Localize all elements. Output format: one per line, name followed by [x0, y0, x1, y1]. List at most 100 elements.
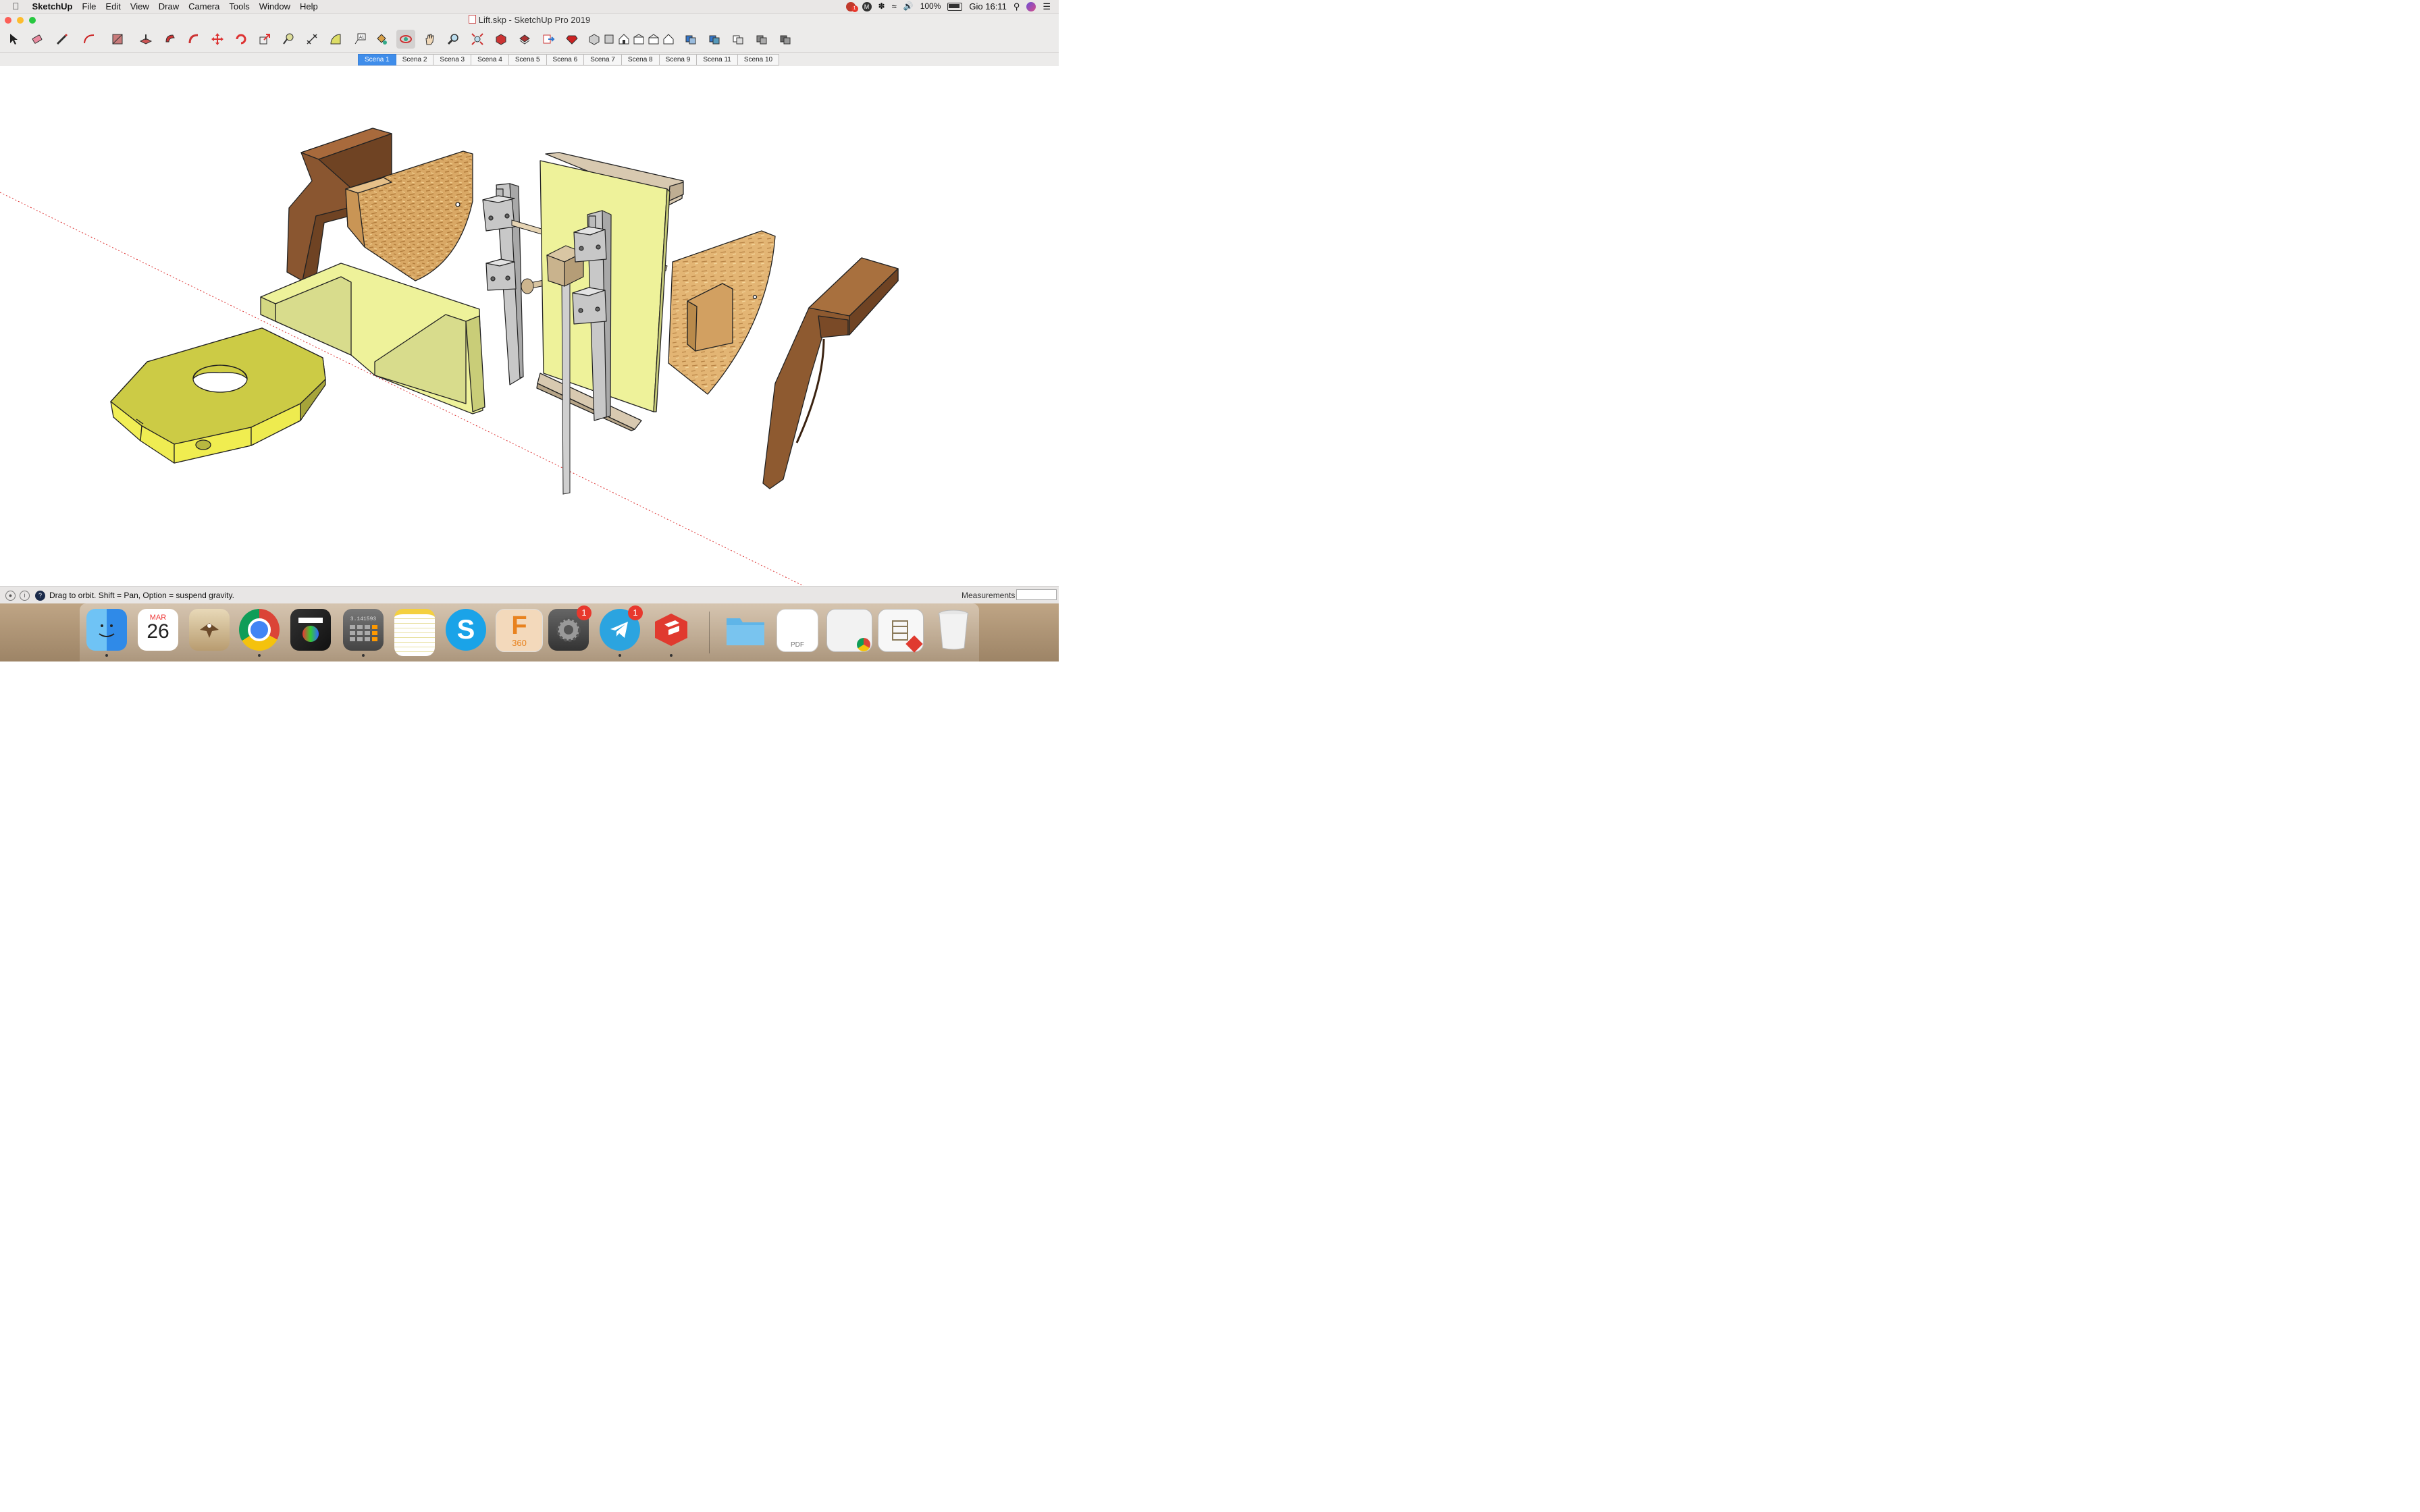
push-pull-tool-icon[interactable] — [136, 30, 155, 49]
text-label-tool-icon[interactable]: A1 — [350, 30, 369, 49]
bluetooth-icon[interactable]: ✽ — [878, 0, 885, 13]
tape-measure-tool-icon[interactable] — [279, 30, 298, 49]
scene-tab-5[interactable]: Scena 5 — [508, 54, 547, 65]
calendar-icon[interactable]: MAR 26 — [138, 609, 178, 651]
eraser-tool-icon[interactable] — [28, 30, 47, 49]
left-view-icon[interactable] — [659, 30, 678, 49]
notification-icon[interactable]: 1 — [845, 1, 858, 12]
scene-tab-9[interactable]: Scena 9 — [659, 54, 698, 65]
zoom-tool-icon[interactable] — [444, 30, 463, 49]
status-bar: ● i ? Drag to orbit. Shift = Pan, Option… — [0, 586, 1059, 604]
scene-tab-1[interactable]: Scena 1 — [358, 54, 396, 65]
rotate-tool-icon[interactable] — [232, 30, 251, 49]
zoom-extents-tool-icon[interactable] — [468, 30, 487, 49]
extension-warehouse-icon[interactable] — [515, 30, 534, 49]
skype-icon[interactable]: S — [446, 609, 486, 651]
menu-draw[interactable]: Draw — [154, 0, 184, 13]
battery-percent[interactable]: 100% — [920, 0, 941, 13]
modeling-viewport[interactable] — [0, 66, 1059, 586]
scene-tab-10[interactable]: Scena 10 — [737, 54, 780, 65]
svg-text:A1: A1 — [359, 36, 365, 40]
menu-app-name[interactable]: SketchUp — [28, 0, 78, 13]
system-preferences-badge: 1 — [577, 605, 591, 620]
siri-icon[interactable] — [1026, 1, 1036, 11]
pencil-line-tool-icon[interactable] — [53, 30, 72, 49]
wifi-icon[interactable]: ≈ — [892, 0, 897, 13]
telegram-running-dot — [619, 654, 621, 657]
menu-file[interactable]: File — [77, 0, 101, 13]
pdf-document-icon[interactable]: PDF — [777, 609, 818, 652]
scene-tab-8[interactable]: Scena 8 — [621, 54, 660, 65]
finder-icon[interactable] — [86, 609, 127, 657]
final-cut-pro-icon[interactable] — [290, 609, 331, 651]
volume-icon[interactable]: 🔊 — [903, 0, 914, 13]
battery-icon[interactable] — [947, 2, 963, 11]
clock[interactable]: Gio 16:11 — [969, 0, 1006, 13]
credits-icon[interactable]: i — [20, 591, 30, 601]
sketchup-running-dot — [670, 654, 673, 657]
sketchup-window-thumbnail[interactable] — [878, 609, 924, 653]
protractor-tool-icon[interactable] — [326, 30, 345, 49]
scene-tab-4[interactable]: Scena 4 — [471, 54, 509, 65]
zoom-window-button[interactable] — [29, 17, 36, 24]
mail-eagle-icon[interactable] — [189, 609, 230, 651]
wireframe-style-icon[interactable] — [705, 30, 724, 49]
sketchup-dock-icon[interactable] — [651, 609, 691, 657]
scene-tab-2[interactable]: Scena 2 — [396, 54, 434, 65]
scene-tab-11[interactable]: Scena 11 — [697, 54, 738, 65]
close-window-button[interactable] — [5, 17, 11, 24]
pan-tool-icon[interactable] — [420, 30, 439, 49]
scene-tab-3[interactable]: Scena 3 — [433, 54, 472, 65]
instructor-help-icon[interactable]: ? — [35, 591, 45, 601]
scene-tab-7[interactable]: Scena 7 — [584, 54, 622, 65]
control-center-icon[interactable]: ☰ — [1043, 0, 1051, 13]
dimension-tool-icon[interactable] — [302, 30, 321, 49]
move-tool-icon[interactable] — [208, 30, 227, 49]
menu-camera[interactable]: Camera — [184, 0, 224, 13]
send-to-layout-icon[interactable] — [539, 30, 558, 49]
chrome-window-thumbnail[interactable] — [826, 609, 872, 652]
paint-bucket-tool-icon[interactable] — [372, 30, 391, 49]
menu-view[interactable]: View — [126, 0, 154, 13]
finder-running-dot — [105, 654, 108, 657]
notes-icon[interactable] — [394, 609, 435, 656]
right-osb-panel[interactable] — [668, 230, 776, 395]
geo-location-icon[interactable]: ● — [5, 591, 16, 601]
menu-window[interactable]: Window — [255, 0, 295, 13]
offset-tool-icon[interactable] — [161, 30, 180, 49]
calculator-icon[interactable]: 3.141593 — [343, 609, 384, 657]
menu-tools[interactable]: Tools — [224, 0, 254, 13]
menu-help[interactable]: Help — [295, 0, 323, 13]
scene-tab-6[interactable]: Scena 6 — [546, 54, 585, 65]
minimize-window-button[interactable] — [17, 17, 24, 24]
spotlight-search-icon[interactable]: ⚲ — [1014, 0, 1020, 13]
xray-style-icon[interactable] — [681, 30, 700, 49]
dock-separator — [709, 612, 710, 653]
hidden-line-style-icon[interactable] — [729, 30, 747, 49]
apple-menu-icon[interactable]:  — [9, 0, 28, 13]
rectangle-tool-icon[interactable] — [108, 30, 127, 49]
chrome-icon[interactable] — [239, 609, 280, 657]
right-dark-wood-panel[interactable] — [762, 257, 899, 489]
3d-warehouse-icon[interactable] — [492, 30, 510, 49]
arc-tool-icon[interactable] — [80, 30, 99, 49]
select-tool-icon[interactable] — [4, 30, 23, 49]
scale-tool-icon[interactable] — [255, 30, 274, 49]
ruby-console-icon[interactable] — [562, 30, 581, 49]
telegram-icon[interactable]: 1 — [600, 605, 643, 657]
menu-edit[interactable]: Edit — [101, 0, 125, 13]
m-app-icon[interactable]: M — [862, 1, 872, 11]
shaded-textured-style-icon[interactable] — [776, 30, 795, 49]
follow-me-tool-icon[interactable] — [184, 30, 203, 49]
yellow-octagon-base[interactable] — [110, 327, 326, 464]
left-linear-rail[interactable] — [482, 183, 524, 385]
orbit-tool-icon[interactable] — [396, 30, 415, 49]
measurements-input[interactable] — [1016, 589, 1057, 600]
window-titlebar: Lift.skp - SketchUp Pro 2019 — [0, 14, 1059, 26]
trash-icon[interactable] — [933, 609, 974, 651]
shaded-style-icon[interactable] — [752, 30, 771, 49]
fusion-360-icon[interactable]: F 360 — [496, 609, 543, 652]
downloads-folder-icon[interactable] — [725, 609, 766, 651]
system-preferences-icon[interactable]: 1 — [548, 605, 591, 651]
model-drawing[interactable] — [0, 66, 1059, 586]
